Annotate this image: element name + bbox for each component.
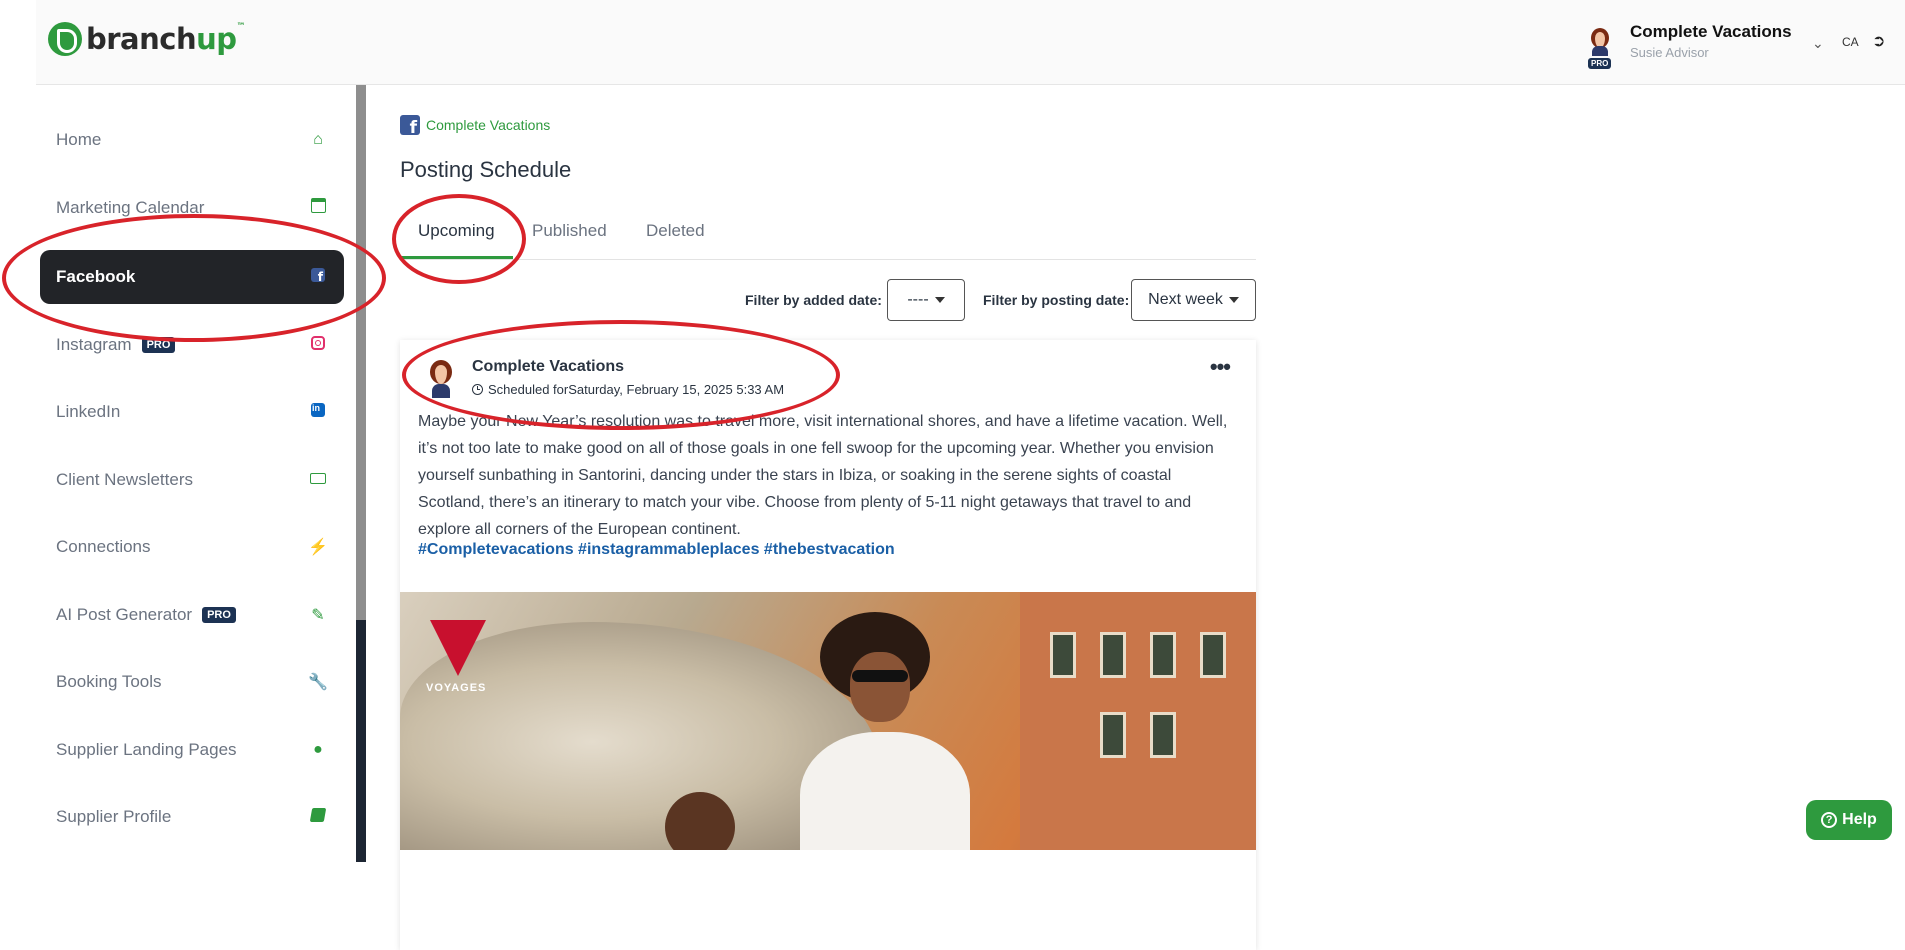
left-margin	[0, 0, 36, 862]
logo-trademark: ™	[236, 22, 246, 32]
post-schedule-text: Scheduled forSaturday, February 15, 2025…	[488, 382, 785, 397]
help-button[interactable]: ? Help	[1806, 800, 1892, 840]
account-name[interactable]: Complete Vacations	[1630, 22, 1792, 42]
envelope-icon	[308, 471, 328, 489]
tab-deleted[interactable]: Deleted	[628, 211, 723, 259]
clock-icon	[472, 384, 483, 395]
branchup-logo-icon	[48, 22, 82, 56]
filter-added-date-label: Filter by added date:	[745, 292, 882, 308]
calendar-icon	[308, 198, 328, 218]
tab-bar: Upcoming Published Deleted	[400, 211, 1256, 260]
sidebar-item-ai-post-generator[interactable]: AI Post Generator PRO ✎	[40, 588, 344, 642]
sidebar-item-connections[interactable]: Connections ⚡	[40, 520, 344, 574]
post-image: VOYAGES	[400, 592, 1256, 850]
image-man	[655, 792, 745, 850]
sidebar-item-instagram[interactable]: Instagram PRO	[40, 318, 344, 372]
post-author-avatar	[424, 356, 458, 400]
sidebar-item-label: Connections	[56, 537, 151, 556]
sidebar-item-client-newsletters[interactable]: Client Newsletters	[40, 453, 344, 507]
sidebar-item-supplier-landing-pages[interactable]: Supplier Landing Pages ●	[40, 723, 344, 777]
sidebar-item-linkedin[interactable]: LinkedIn	[40, 385, 344, 439]
sidebar-item-booking-tools[interactable]: Booking Tools 🔧	[40, 655, 344, 709]
home-icon: ⌂	[313, 131, 323, 148]
sidebar-item-label: Marketing Calendar	[56, 198, 205, 217]
sidebar-item-label: LinkedIn	[56, 402, 121, 421]
breadcrumb[interactable]: Complete Vacations	[400, 115, 550, 138]
tab-published[interactable]: Published	[514, 211, 625, 259]
logo-text-up: up	[196, 22, 237, 56]
post-author-name: Complete Vacations	[472, 358, 625, 375]
scheduled-post-card: Complete Vacations Scheduled forSaturday…	[400, 340, 1256, 950]
facebook-icon	[308, 267, 328, 287]
account-menu[interactable]: PRO Complete Vacations Susie Advisor ⌄ C…	[1586, 20, 1896, 75]
pro-badge: PRO	[202, 607, 236, 623]
post-schedule: Scheduled forSaturday, February 15, 2025…	[472, 382, 784, 397]
tab-upcoming[interactable]: Upcoming	[400, 211, 513, 259]
sidebar-item-label: Client Newsletters	[56, 470, 193, 489]
sidebar-item-label: Supplier Profile	[56, 807, 172, 826]
question-icon: ?	[1821, 812, 1838, 828]
post-body-text: Maybe your New Year’s resolution was to …	[418, 413, 1228, 538]
sidebar-item-facebook[interactable]: Facebook	[40, 250, 344, 304]
sidebar-item-label: Home	[56, 130, 102, 149]
branchup-logo[interactable]: branchup™	[48, 22, 246, 56]
edit-icon: ✎	[311, 607, 325, 624]
logo-text-voyages: VOYAGES	[426, 682, 487, 694]
image-woman	[780, 612, 980, 850]
account-subtitle: Susie Advisor	[1630, 45, 1709, 60]
sidebar-item-label: Booking Tools	[56, 672, 162, 691]
book-icon	[308, 807, 328, 827]
virgin-voyages-logo: VOYAGES	[426, 620, 487, 716]
sidebar-item-marketing-calendar[interactable]: Marketing Calendar	[40, 181, 344, 235]
wrench-icon: 🔧	[308, 674, 328, 691]
caret-down-icon	[934, 297, 945, 303]
post-options-menu-icon[interactable]: •••	[1210, 354, 1231, 380]
sign-out-icon[interactable]: ➲	[1872, 31, 1885, 51]
chevron-down-icon[interactable]: ⌄	[1812, 35, 1824, 52]
globe-icon: ●	[313, 741, 323, 758]
breadcrumb-link[interactable]: Complete Vacations	[426, 117, 550, 133]
filter-posting-date-label: Filter by posting date:	[983, 292, 1130, 308]
plug-icon: ⚡	[308, 539, 328, 556]
caret-down-icon	[1228, 297, 1239, 303]
sidebar-item-label: Instagram	[56, 335, 132, 354]
page-title: Posting Schedule	[400, 157, 572, 182]
sidebar-item-label: Supplier Landing Pages	[56, 740, 237, 759]
country-selector[interactable]: CA	[1842, 35, 1859, 49]
instagram-icon	[308, 335, 328, 355]
avatar-pro-badge: PRO	[1588, 58, 1612, 69]
post-hashtags[interactable]: #Completevacations #instagrammableplaces…	[418, 541, 895, 559]
avatar[interactable]	[1586, 24, 1614, 56]
filter-added-date-select[interactable]: ----	[887, 279, 965, 321]
linkedin-icon	[308, 402, 328, 422]
filter-posting-date-select[interactable]: Next week	[1131, 279, 1256, 321]
sidebar: Home ⌂ Marketing Calendar Facebook Insta…	[36, 85, 356, 862]
sidebar-item-label: Facebook	[56, 267, 136, 286]
sidebar-item-home[interactable]: Home ⌂	[40, 113, 344, 167]
sidebar-scrollbar-thumb[interactable]	[356, 85, 366, 620]
filter-bar: Filter by added date: ---- Filter by pos…	[400, 279, 1256, 323]
help-label: Help	[1842, 811, 1877, 828]
image-building	[1020, 592, 1256, 850]
sidebar-item-label: AI Post Generator	[56, 605, 193, 624]
facebook-icon	[400, 115, 420, 138]
logo-text-branch: branch	[86, 22, 197, 56]
pro-badge: PRO	[141, 337, 176, 353]
sidebar-item-supplier-profile[interactable]: Supplier Profile	[40, 790, 344, 844]
